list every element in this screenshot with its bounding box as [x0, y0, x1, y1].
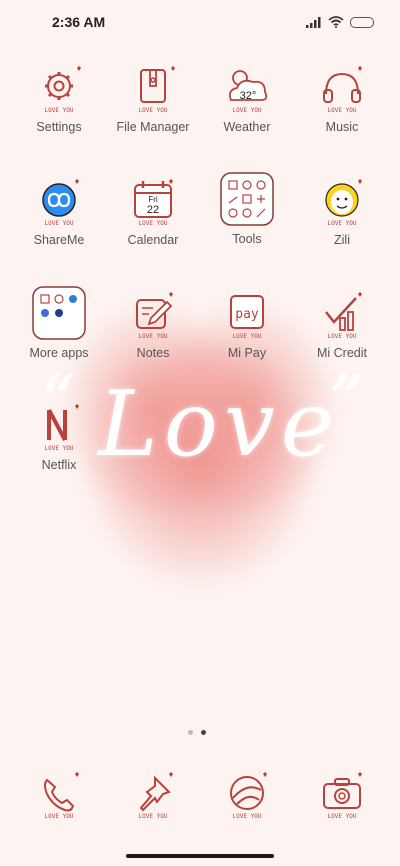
app-label: Tools	[232, 232, 262, 246]
love-you-caption: LOVE YOU	[45, 107, 74, 114]
app-label: Settings	[36, 120, 82, 134]
love-you-caption: LOVE YOU	[139, 333, 168, 340]
love-you-caption: LOVE YOU	[233, 107, 262, 114]
love-you-caption: LOVE YOU	[328, 333, 357, 340]
shareme-icon: LOVE YOU	[35, 179, 83, 227]
app-tools-folder[interactable]: Tools	[197, 172, 297, 246]
app-label: Music	[325, 120, 359, 134]
app-music[interactable]: LOVE YOU Music	[292, 66, 392, 134]
notes-icon: LOVE YOU	[129, 292, 177, 340]
weather-icon: 32° LOVE YOU	[223, 66, 271, 114]
app-label: Weather	[223, 120, 271, 134]
dock-browser[interactable]: LOVE YOU	[197, 772, 297, 820]
mi-credit-icon: LOVE YOU	[318, 292, 366, 340]
app-label: Zili	[334, 233, 350, 247]
weather-temp: 32°	[240, 90, 257, 102]
app-mi-credit[interactable]: LOVE YOU Mi Credit	[292, 292, 392, 360]
mi-pay-text: pay	[235, 307, 259, 322]
status-time: 2:36 AM	[52, 14, 106, 30]
gear-icon: LOVE YOU	[35, 66, 83, 114]
calendar-day: Fri	[148, 195, 158, 204]
tools-folder-icon	[220, 172, 274, 226]
app-label: ShareMe	[33, 233, 85, 247]
love-you-caption: LOVE YOU	[328, 107, 357, 114]
app-label: Calendar	[127, 233, 179, 247]
battery-icon	[350, 16, 374, 28]
app-zili[interactable]: LOVE YOU Zili	[292, 179, 392, 247]
love-you-caption: LOVE YOU	[139, 813, 168, 820]
file-manager-icon: LOVE YOU	[129, 66, 177, 114]
page-indicator	[188, 730, 206, 735]
app-label: More apps	[29, 346, 89, 360]
app-more-apps-folder[interactable]: More apps	[9, 286, 109, 360]
app-label: Mi Credit	[316, 346, 367, 360]
app-label: Netflix	[41, 458, 77, 472]
dock-camera[interactable]: LOVE YOU	[292, 772, 392, 820]
dock-phone[interactable]: LOVE YOU	[9, 772, 109, 820]
pin-icon: LOVE YOU	[129, 772, 177, 820]
browser-icon: LOVE YOU	[223, 772, 271, 820]
app-notes[interactable]: LOVE YOU Notes	[103, 292, 203, 360]
love-you-caption: LOVE YOU	[233, 333, 262, 340]
app-file-manager[interactable]: LOVE YOU File Manager	[103, 66, 203, 134]
dock-pin[interactable]: LOVE YOU	[103, 772, 203, 820]
camera-icon: LOVE YOU	[318, 772, 366, 820]
page-dot-active[interactable]	[201, 730, 206, 735]
more-apps-folder-icon	[32, 286, 86, 340]
home-indicator-bar[interactable]	[126, 854, 274, 858]
love-you-caption: LOVE YOU	[45, 813, 74, 820]
calendar-icon: Fri 22 LOVE YOU	[129, 179, 177, 227]
calendar-date: 22	[147, 204, 159, 216]
page-dot[interactable]	[188, 730, 193, 735]
close-quote-mark: ”	[328, 360, 370, 442]
netflix-icon: LOVE YOU	[35, 404, 83, 452]
zili-icon: LOVE YOU	[318, 179, 366, 227]
phone-icon: LOVE YOU	[35, 772, 83, 820]
app-netflix[interactable]: LOVE YOU Netflix	[9, 404, 109, 472]
love-word: Love	[98, 372, 341, 477]
app-calendar[interactable]: Fri 22 LOVE YOU Calendar	[103, 179, 203, 247]
love-you-caption: LOVE YOU	[328, 813, 357, 820]
mi-pay-icon: pay LOVE YOU	[223, 292, 271, 340]
app-settings[interactable]: LOVE YOU Settings	[9, 66, 109, 134]
signal-icon	[306, 17, 321, 28]
love-you-caption: LOVE YOU	[45, 220, 74, 227]
love-you-caption: LOVE YOU	[328, 220, 357, 227]
wifi-icon	[328, 16, 344, 28]
love-you-caption: LOVE YOU	[139, 220, 168, 227]
app-label: Mi Pay	[227, 346, 267, 360]
app-shareme[interactable]: LOVE YOU ShareMe	[9, 179, 109, 247]
love-you-caption: LOVE YOU	[139, 107, 168, 114]
app-label: File Manager	[116, 120, 190, 134]
app-mi-pay[interactable]: pay LOVE YOU Mi Pay	[197, 292, 297, 360]
love-you-caption: LOVE YOU	[45, 445, 74, 452]
app-label: Notes	[136, 346, 170, 360]
headphones-icon: LOVE YOU	[318, 66, 366, 114]
status-bar: 2:36 AM	[0, 0, 400, 44]
love-you-caption: LOVE YOU	[233, 813, 262, 820]
app-weather[interactable]: 32° LOVE YOU Weather	[197, 66, 297, 134]
status-icons	[306, 16, 374, 28]
